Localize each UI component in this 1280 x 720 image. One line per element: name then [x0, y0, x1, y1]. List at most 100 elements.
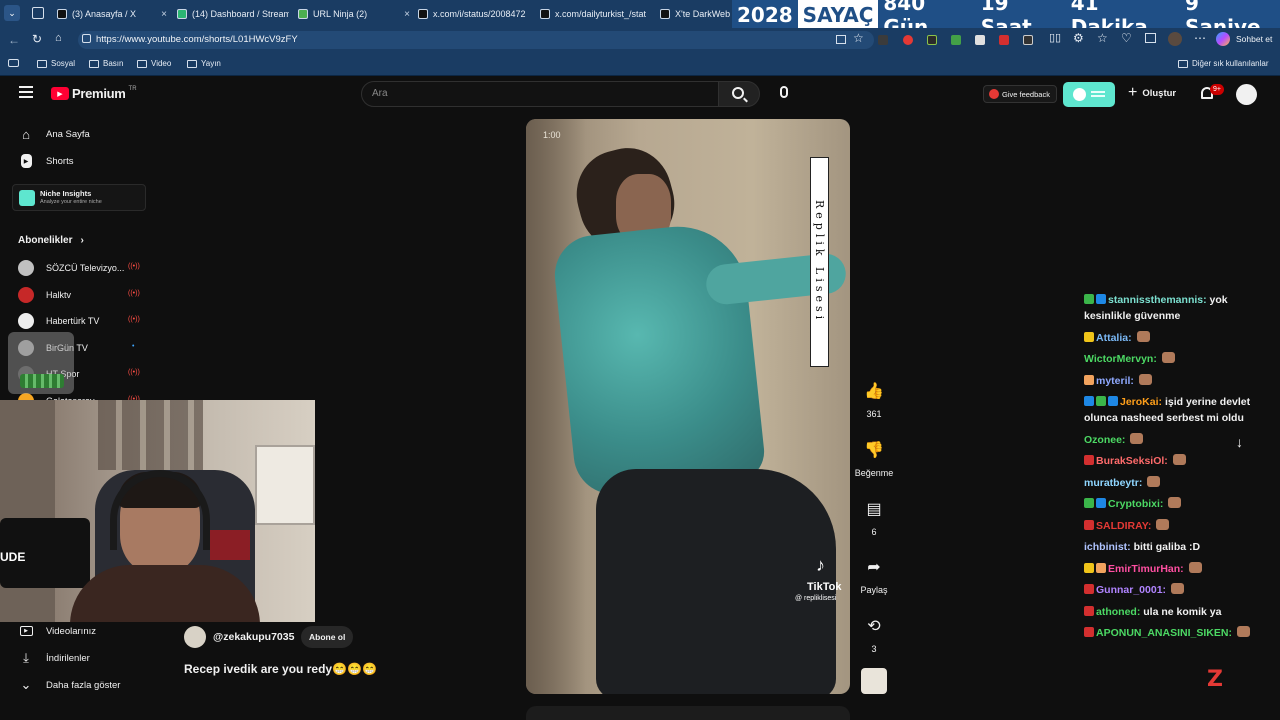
- favorite-star-icon[interactable]: ☆: [853, 31, 864, 45]
- split-view-icon[interactable]: ▯▯: [1049, 31, 1061, 44]
- chat-message: Attalia:: [1084, 330, 1274, 346]
- favorites-icon[interactable]: ☆: [1097, 31, 1108, 45]
- dislike-button[interactable]: 👎: [851, 440, 897, 460]
- chat-emote-icon: [1147, 475, 1161, 487]
- extension-icon[interactable]: [1023, 35, 1033, 45]
- share-icon: ➦: [867, 559, 881, 576]
- workspaces-icon[interactable]: [32, 7, 44, 19]
- stream-chat-overlay: stannissthemannis: yok kesinlikle güvenm…: [1084, 292, 1274, 647]
- chat-text: bitti galiba :D: [1133, 541, 1201, 553]
- chat-emote-icon: [1168, 497, 1182, 508]
- home-icon[interactable]: ⌂: [55, 32, 62, 44]
- chat-badge-icon: [1084, 294, 1094, 304]
- give-feedback-button[interactable]: Give feedback: [983, 85, 1057, 103]
- tab-label: URL Ninja (2): [313, 9, 368, 19]
- subscribe-button[interactable]: Abone ol: [301, 626, 354, 648]
- comments-button[interactable]: ▤: [851, 499, 897, 519]
- tab-favicon-icon: [57, 9, 67, 19]
- chat-emote-icon: [1130, 432, 1144, 444]
- search-box[interactable]: [361, 81, 719, 107]
- bookmark-folder[interactable]: Sosyal: [37, 59, 75, 68]
- tab-close-icon[interactable]: ×: [157, 9, 167, 20]
- account-avatar[interactable]: [1236, 84, 1257, 105]
- sidebar-channel[interactable]: SÖZCÜ Televizyo...: [18, 260, 124, 276]
- other-favorites-folder[interactable]: Diğer sık kullanılanlar: [1178, 59, 1268, 68]
- tab-close-icon[interactable]: ×: [651, 9, 652, 20]
- chat-emote-icon: [1236, 626, 1250, 637]
- reload-icon[interactable]: ↻: [32, 32, 42, 46]
- bookmark-folder[interactable]: Yayın: [187, 59, 221, 68]
- folder-icon: [37, 59, 47, 68]
- microphone-icon[interactable]: [780, 86, 788, 98]
- sidebar-item-home[interactable]: ⌂ Ana Sayfa: [18, 126, 90, 142]
- extension-icon[interactable]: [878, 35, 888, 45]
- chat-emote-icon: [1138, 373, 1152, 385]
- chat-message: muratbeytr:: [1084, 475, 1274, 491]
- collections-icon[interactable]: [1145, 33, 1156, 43]
- chat-message: WictorMervyn:: [1084, 351, 1274, 367]
- chat-emote-icon: [1161, 352, 1175, 363]
- extension-toggle[interactable]: [1063, 82, 1115, 107]
- remix-button[interactable]: ⟲: [851, 616, 897, 636]
- like-button[interactable]: 👍: [851, 381, 897, 401]
- bookmark-label: Diğer sık kullanılanlar: [1192, 59, 1269, 68]
- browser-tab[interactable]: (14) Dashboard / Stream×: [177, 2, 289, 26]
- streamer-logo-icon: Z: [1207, 667, 1223, 692]
- chat-badge-icon: [1096, 562, 1106, 573]
- niche-insights-card[interactable]: Niche Insights Analyze your entire niche: [12, 184, 146, 211]
- short-title: Recep ivedik are you redy😁😁😁: [184, 662, 377, 676]
- browser-tab[interactable]: (3) Anasayfa / X ×: [57, 2, 167, 26]
- search-input[interactable]: Ara: [372, 88, 388, 99]
- sidebar-item-show-more[interactable]: ⌄ Daha fazla göster: [18, 677, 121, 693]
- channel-name: SÖZCÜ Televizyo...: [46, 263, 125, 273]
- sidebar-item-your-videos[interactable]: ▶ Videolarınız: [18, 623, 96, 639]
- copilot-chat-button[interactable]: Sohbet et: [1236, 34, 1272, 44]
- chat-username: ichbinist:: [1084, 541, 1131, 553]
- share-button[interactable]: ➦: [851, 557, 897, 577]
- browser-tab[interactable]: x.com/dailyturkist_/stat ×: [540, 2, 652, 26]
- sidebar-subscriptions-header[interactable]: Abonelikler ›: [18, 235, 84, 246]
- counter-label: SAYAÇ: [797, 0, 879, 29]
- live-indicator-icon: ((•)): [128, 316, 140, 324]
- bookmark-folder[interactable]: Video: [137, 59, 171, 68]
- thumbs-up-icon: 👍: [864, 383, 884, 400]
- sidebar-item-downloads[interactable]: ⤓ İndirilenler: [18, 650, 90, 666]
- copilot-icon[interactable]: [1216, 32, 1230, 46]
- split-screen-icon[interactable]: [836, 35, 846, 44]
- more-menu-icon[interactable]: ⋯: [1194, 31, 1206, 45]
- shorts-video-player[interactable]: 1:00 Replik Lisesi ♪ TikTok @ repliklise…: [526, 119, 850, 694]
- tab-list-button[interactable]: ⌄: [4, 5, 20, 21]
- sidebar-label: Shorts: [46, 155, 74, 167]
- youtube-logo[interactable]: ▶ Premium TR: [51, 86, 137, 101]
- browser-tab[interactable]: URL Ninja (2) ×: [298, 2, 410, 26]
- browser-tab[interactable]: x.com/i/status/2008472×: [418, 2, 530, 26]
- reading-list-icon[interactable]: [8, 59, 19, 67]
- sidebar-item-shorts[interactable]: ▶ Shorts: [18, 153, 73, 169]
- channel-avatar[interactable]: [184, 626, 206, 648]
- profile-avatar[interactable]: [1168, 32, 1182, 46]
- chat-emote-icon: [1136, 330, 1150, 342]
- extension-icon[interactable]: [999, 35, 1009, 45]
- sound-thumbnail[interactable]: [861, 668, 887, 694]
- browser-tab[interactable]: X'te DarkWeb H: [660, 2, 730, 26]
- hamburger-menu-icon[interactable]: [19, 86, 33, 98]
- folder-icon: [187, 59, 197, 68]
- sidebar-channel[interactable]: Habertürk TV: [18, 313, 99, 330]
- create-button[interactable]: + Oluştur: [1128, 85, 1176, 101]
- back-icon[interactable]: ←: [8, 33, 20, 47]
- site-info-icon[interactable]: [82, 34, 91, 43]
- url-text[interactable]: https://www.youtube.com/shorts/L01HWcV9z…: [96, 34, 298, 45]
- extension-icon[interactable]: [975, 35, 985, 45]
- extension-icon[interactable]: [951, 35, 961, 45]
- extension-icon[interactable]: [927, 35, 937, 45]
- chat-text: ula ne komik ya: [1143, 605, 1222, 618]
- performance-icon[interactable]: ♡: [1121, 31, 1132, 45]
- extensions-icon[interactable]: ⚙: [1073, 31, 1084, 45]
- channel-name: Halktv: [46, 289, 72, 300]
- channel-handle[interactable]: @zekakupu7035: [213, 631, 294, 643]
- extension-icon[interactable]: [903, 35, 913, 45]
- sidebar-channel[interactable]: Halktv: [18, 286, 72, 303]
- chat-message: Gunnar_0001:: [1084, 582, 1274, 598]
- tab-close-icon[interactable]: ×: [400, 9, 410, 20]
- bookmark-folder[interactable]: Basın: [89, 59, 123, 68]
